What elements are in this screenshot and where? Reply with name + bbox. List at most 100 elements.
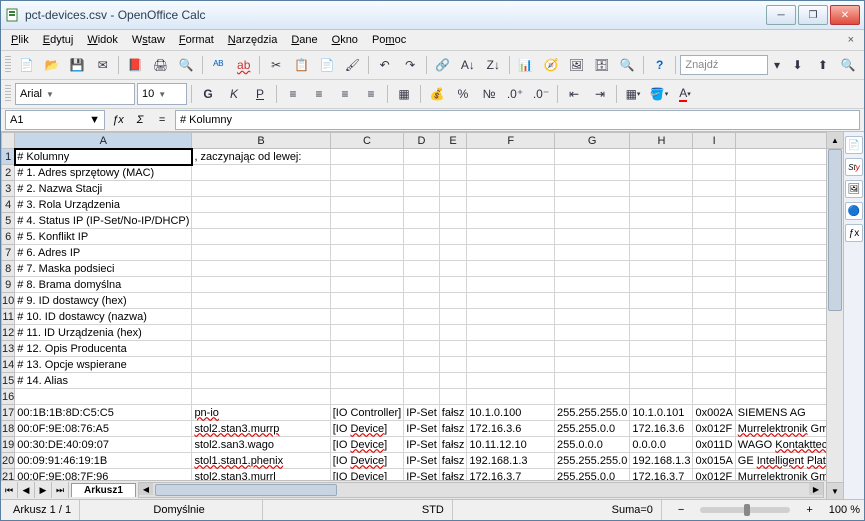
row-header[interactable]: 5 [2,213,15,229]
cell[interactable]: stol2.stan3.murrl [192,469,330,481]
save-button[interactable]: 💾 [66,53,89,77]
column-header-H[interactable]: H [630,133,693,149]
cell[interactable] [735,373,826,389]
cell[interactable] [735,309,826,325]
format-paintbrush-button[interactable]: 🖌 [341,53,364,77]
close-button[interactable]: ✕ [830,5,860,25]
tab-last-button[interactable]: ⏭ [52,482,69,498]
cell[interactable] [693,293,735,309]
cell[interactable] [192,357,330,373]
cell[interactable] [330,373,403,389]
sidebar-functions-icon[interactable]: ƒx [845,224,863,242]
cell[interactable] [555,229,630,245]
row-header[interactable]: 17 [2,405,15,421]
cell[interactable] [555,325,630,341]
cell[interactable]: # 6. Adres IP [15,245,192,261]
cell[interactable]: # 11. ID Urządzenia (hex) [15,325,192,341]
cell[interactable] [467,277,555,293]
data-sources-button[interactable]: 🗄 [590,53,613,77]
find-prev-button[interactable]: ⬆ [811,53,834,77]
cell[interactable]: 172.16.3.6 [467,421,555,437]
cell[interactable] [630,309,693,325]
cell[interactable] [330,341,403,357]
cell[interactable]: [IO Controller] [330,405,403,421]
menu-format[interactable]: Format [173,32,220,48]
row-header[interactable]: 11 [2,309,15,325]
cell[interactable]: stol2.san3.wago [192,437,330,453]
open-button[interactable]: 📂 [40,53,63,77]
cell[interactable]: [IO Device] [330,421,403,437]
cell[interactable] [330,213,403,229]
cell[interactable] [192,373,330,389]
cell[interactable] [555,341,630,357]
cell[interactable] [439,293,467,309]
cell[interactable]: 00:30:DE:40:09:07 [15,437,192,453]
menu-pomoc[interactable]: Pomoc [366,32,412,48]
cell[interactable] [439,229,467,245]
align-left-button[interactable]: ≡ [281,82,305,106]
new-doc-button[interactable]: 📄 [15,53,38,77]
cell[interactable] [330,325,403,341]
print-preview-button[interactable]: 🔍 [174,53,197,77]
cell[interactable] [555,357,630,373]
cell[interactable] [735,357,826,373]
cell[interactable] [555,149,630,165]
copy-button[interactable]: 📋 [290,53,313,77]
cell[interactable] [192,213,330,229]
percent-button[interactable]: % [451,82,475,106]
cell[interactable] [630,341,693,357]
row-header[interactable]: 9 [2,277,15,293]
cell[interactable] [330,245,403,261]
cell[interactable] [693,181,735,197]
add-decimal-button[interactable]: .0⁺ [503,82,527,106]
cell[interactable]: fałsz [439,453,467,469]
cell[interactable] [404,293,440,309]
bg-color-button[interactable]: 🪣▾ [647,82,671,106]
sidebar-navigator-icon[interactable]: 🔵 [845,202,863,220]
cell[interactable] [693,357,735,373]
cell[interactable] [467,341,555,357]
cell[interactable] [467,197,555,213]
cell[interactable] [439,357,467,373]
cell[interactable]: 255.255.255.0 [555,453,630,469]
cell[interactable] [735,197,826,213]
cell[interactable] [693,341,735,357]
cell[interactable] [404,373,440,389]
cell[interactable] [467,245,555,261]
cell[interactable]: 10.1.0.100 [467,405,555,421]
cell[interactable] [192,277,330,293]
column-header-C[interactable]: C [330,133,403,149]
increase-indent-button[interactable]: ⇥ [588,82,612,106]
cell[interactable]: Murrelektronik GmbH [735,469,826,481]
cell[interactable]: [IO Device] [330,469,403,481]
cell[interactable]: IP-Set [404,421,440,437]
cell[interactable] [630,165,693,181]
cell[interactable] [555,261,630,277]
font-size-select[interactable]: 10▼ [137,83,187,105]
cell[interactable] [192,181,330,197]
cell[interactable]: [IO Device] [330,437,403,453]
email-button[interactable]: ✉ [91,53,114,77]
cell[interactable] [467,213,555,229]
cell[interactable] [404,389,440,405]
cell[interactable] [330,149,403,165]
menu-edytuj[interactable]: Edytuj [37,32,80,48]
column-header-A[interactable]: A [15,133,192,149]
cell[interactable] [693,197,735,213]
cell[interactable] [15,389,192,405]
merge-cells-button[interactable]: ▦ [392,82,416,106]
cell[interactable]: 00:09:91:46:19:1B [15,453,192,469]
vertical-scrollbar[interactable]: ▲ ▼ [826,132,843,499]
cell[interactable] [630,389,693,405]
cell[interactable]: IP-Set [404,437,440,453]
cell[interactable]: IP-Set [404,405,440,421]
menu-dane[interactable]: Dane [285,32,323,48]
cell[interactable] [439,149,467,165]
cell[interactable] [192,245,330,261]
cell[interactable] [630,149,693,165]
cell[interactable] [735,325,826,341]
column-header-J[interactable]: J [735,133,826,149]
cell[interactable] [555,293,630,309]
cell[interactable]: 172.16.3.6 [630,421,693,437]
minimize-button[interactable]: ─ [766,5,796,25]
